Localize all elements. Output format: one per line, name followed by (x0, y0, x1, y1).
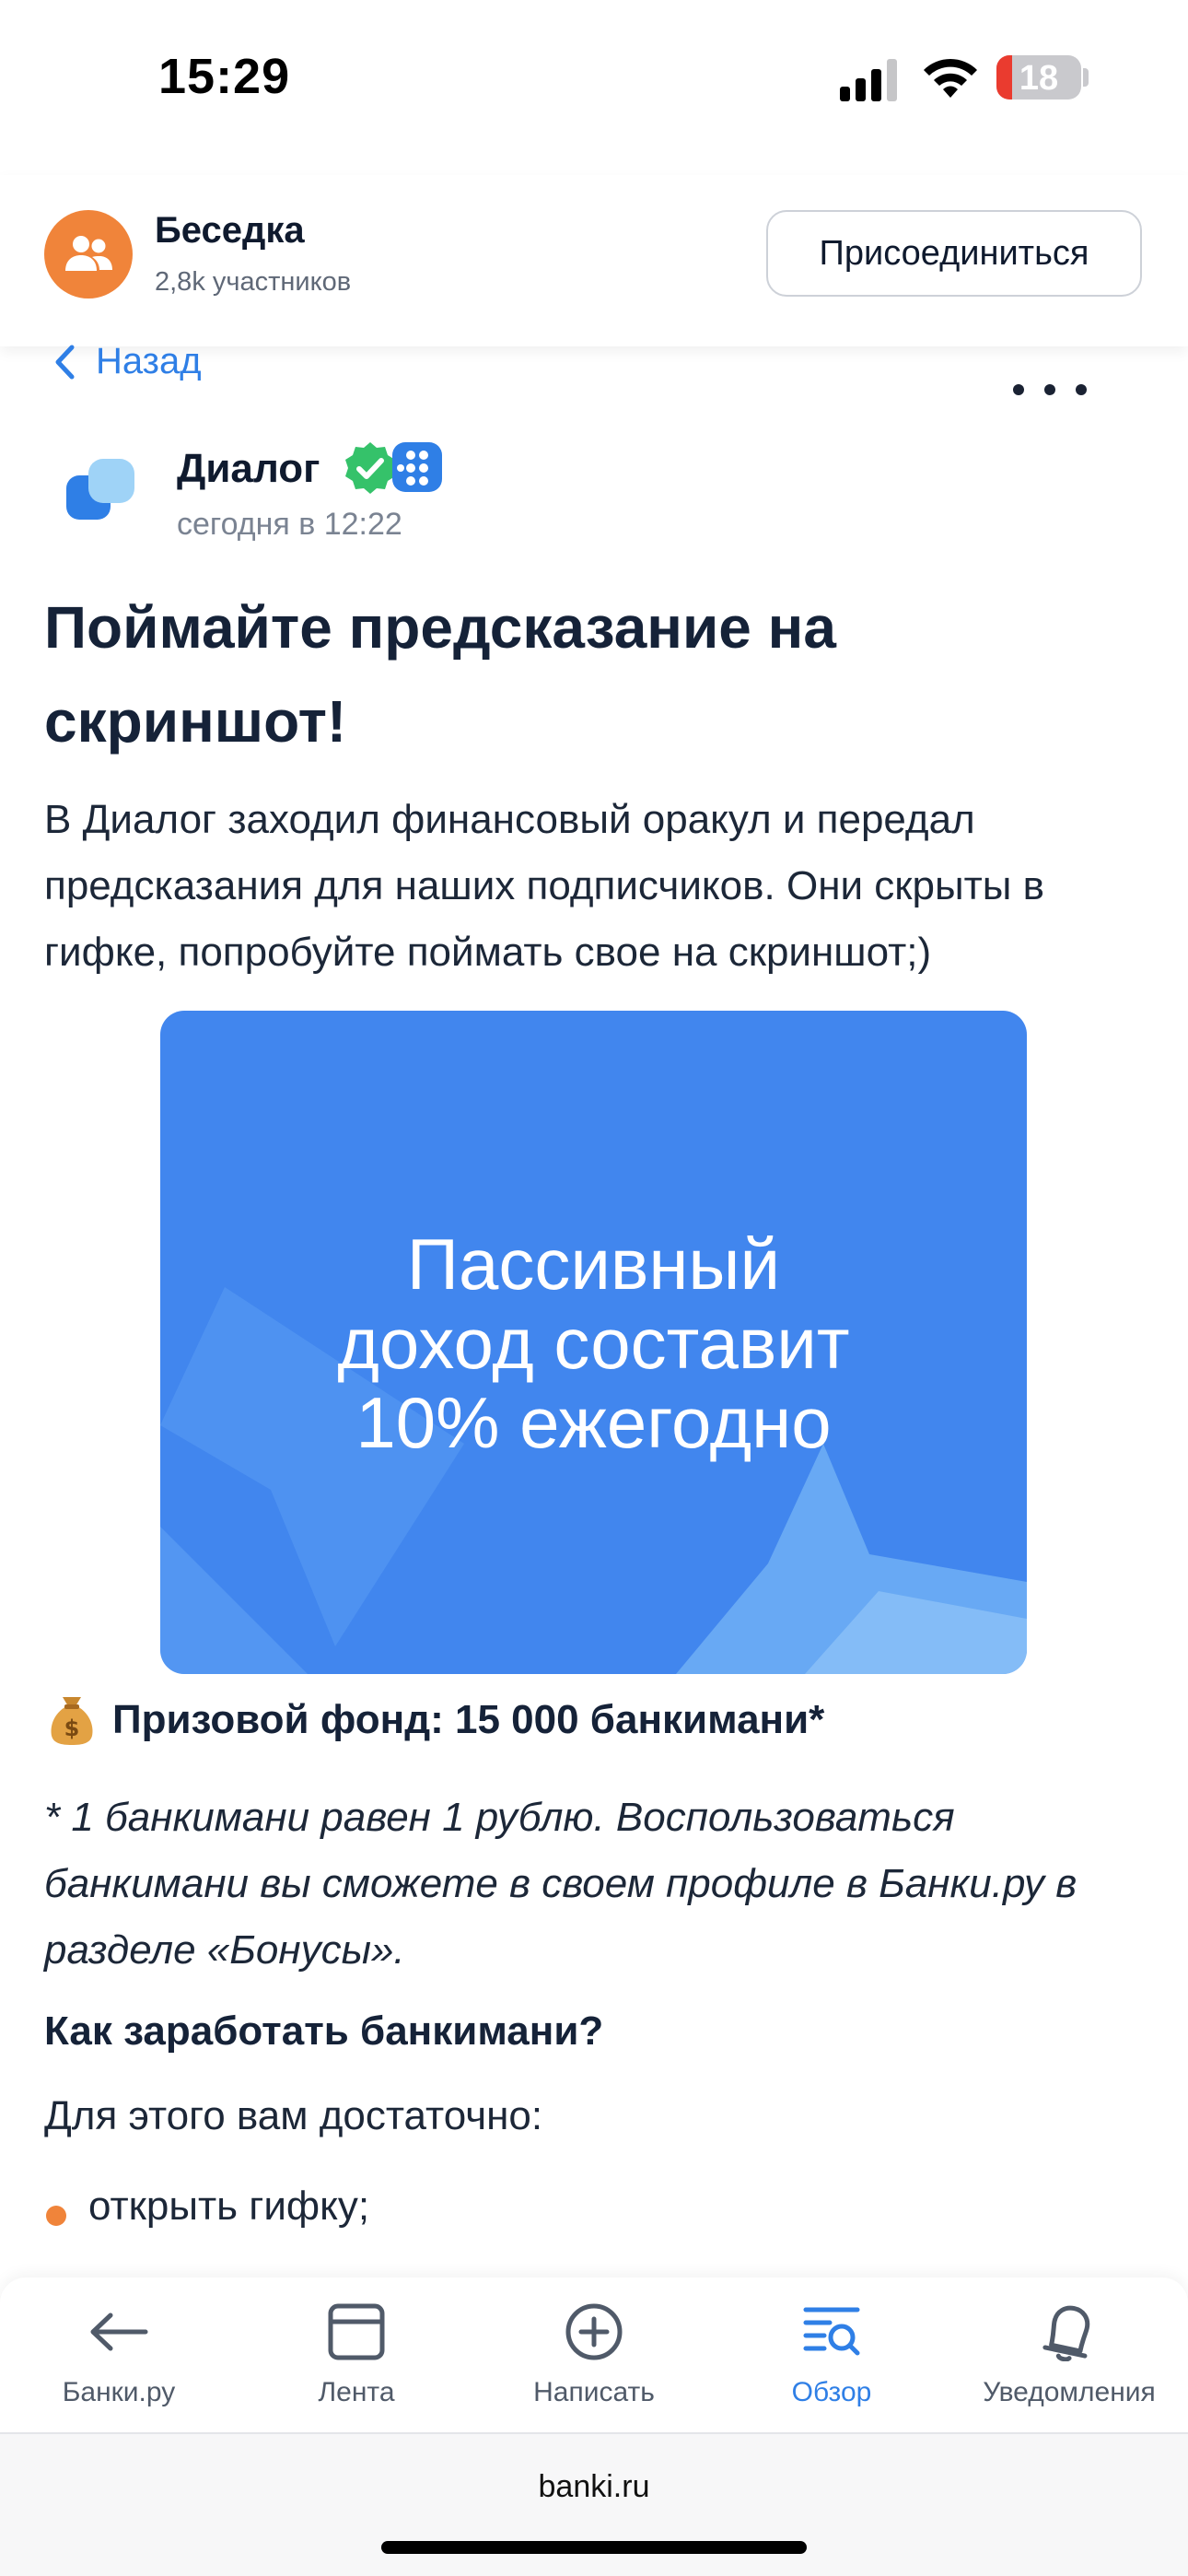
prize-text: Призовой фонд: 15 000 банкимани* (112, 1697, 825, 1742)
bell-icon (1042, 2305, 1090, 2361)
tab-label: Лента (318, 2377, 395, 2407)
post-title: Поймайте предсказание на скриншот! (44, 594, 836, 755)
chevron-left-icon (55, 345, 75, 379)
arrow-left-icon (90, 2313, 148, 2351)
author-name[interactable]: Диалог (177, 446, 320, 492)
tab-label: Банки.ру (62, 2377, 176, 2407)
browser-bar (0, 2434, 1188, 2576)
tab-label: Уведомления (983, 2377, 1156, 2407)
list-item: открыть гифку; (88, 2184, 370, 2229)
tab-write[interactable]: Написать (475, 2277, 713, 2432)
people-icon (65, 236, 112, 271)
instructions-intro: Для этого вам достаточно: (44, 2093, 543, 2138)
howto-heading: Как заработать банкимани? (44, 2008, 604, 2054)
wifi-icon (924, 58, 977, 98)
tab-label: Написать (533, 2377, 655, 2407)
community-member-count: 2,8k участников (155, 267, 352, 297)
bankimani-note: * 1 банкимани равен 1 рублю. Воспользова… (44, 1795, 1077, 1973)
gif-line-2: доход составит (337, 1303, 850, 1384)
post-timestamp: сегодня в 12:22 (177, 507, 402, 542)
bullet-marker (46, 2206, 66, 2226)
gif-caption: Пассивный доход составит 10% ежегодно (160, 1224, 1027, 1462)
tab-notifications[interactable]: Уведомления (950, 2277, 1188, 2432)
post-body-text: В Диалог заходил финансовый оракул и пер… (44, 797, 1045, 975)
status-time: 15:29 (158, 49, 291, 104)
svg-text:$: $ (64, 1715, 80, 1741)
plus-circle-icon (565, 2303, 623, 2360)
tab-label: Обзор (791, 2377, 872, 2407)
overview-search-icon (803, 2307, 860, 2356)
cellular-signal-icon (840, 59, 897, 101)
tab-feed[interactable]: Лента (238, 2277, 475, 2432)
back-link[interactable]: Назад (53, 341, 202, 382)
feed-icon (328, 2303, 385, 2360)
gif-line-1: Пассивный (406, 1224, 781, 1305)
tab-overview[interactable]: Обзор (713, 2277, 950, 2432)
gif-image[interactable]: Пассивный доход составит 10% ежегодно (160, 1011, 1027, 1674)
community-avatar[interactable] (44, 210, 133, 299)
tab-banki[interactable]: Банки.ру (0, 2277, 238, 2432)
url-text[interactable]: banki.ru (0, 2469, 1188, 2505)
join-button[interactable]: Присоединиться (766, 210, 1142, 297)
app-badge-icon (392, 442, 442, 492)
more-options-icon[interactable] (1013, 376, 1087, 404)
home-indicator[interactable] (381, 2541, 807, 2554)
battery-tip (1083, 68, 1089, 87)
money-bag-icon: $ (51, 1697, 93, 1745)
battery-level: 18 (1019, 59, 1059, 98)
back-label: Назад (96, 341, 202, 381)
battery-indicator: 18 (996, 55, 1081, 100)
verified-icon (345, 442, 395, 494)
community-name[interactable]: Беседка (155, 210, 305, 252)
gif-line-3: 10% ежегодно (355, 1382, 832, 1463)
dialog-logo-icon[interactable] (63, 455, 138, 531)
prize-fund: $ Призовой фонд: 15 000 банкимани* (48, 1693, 824, 1747)
bottom-tab-bar: Банки.ру Лента Написать Обзор Уведомлени… (0, 2277, 1188, 2434)
